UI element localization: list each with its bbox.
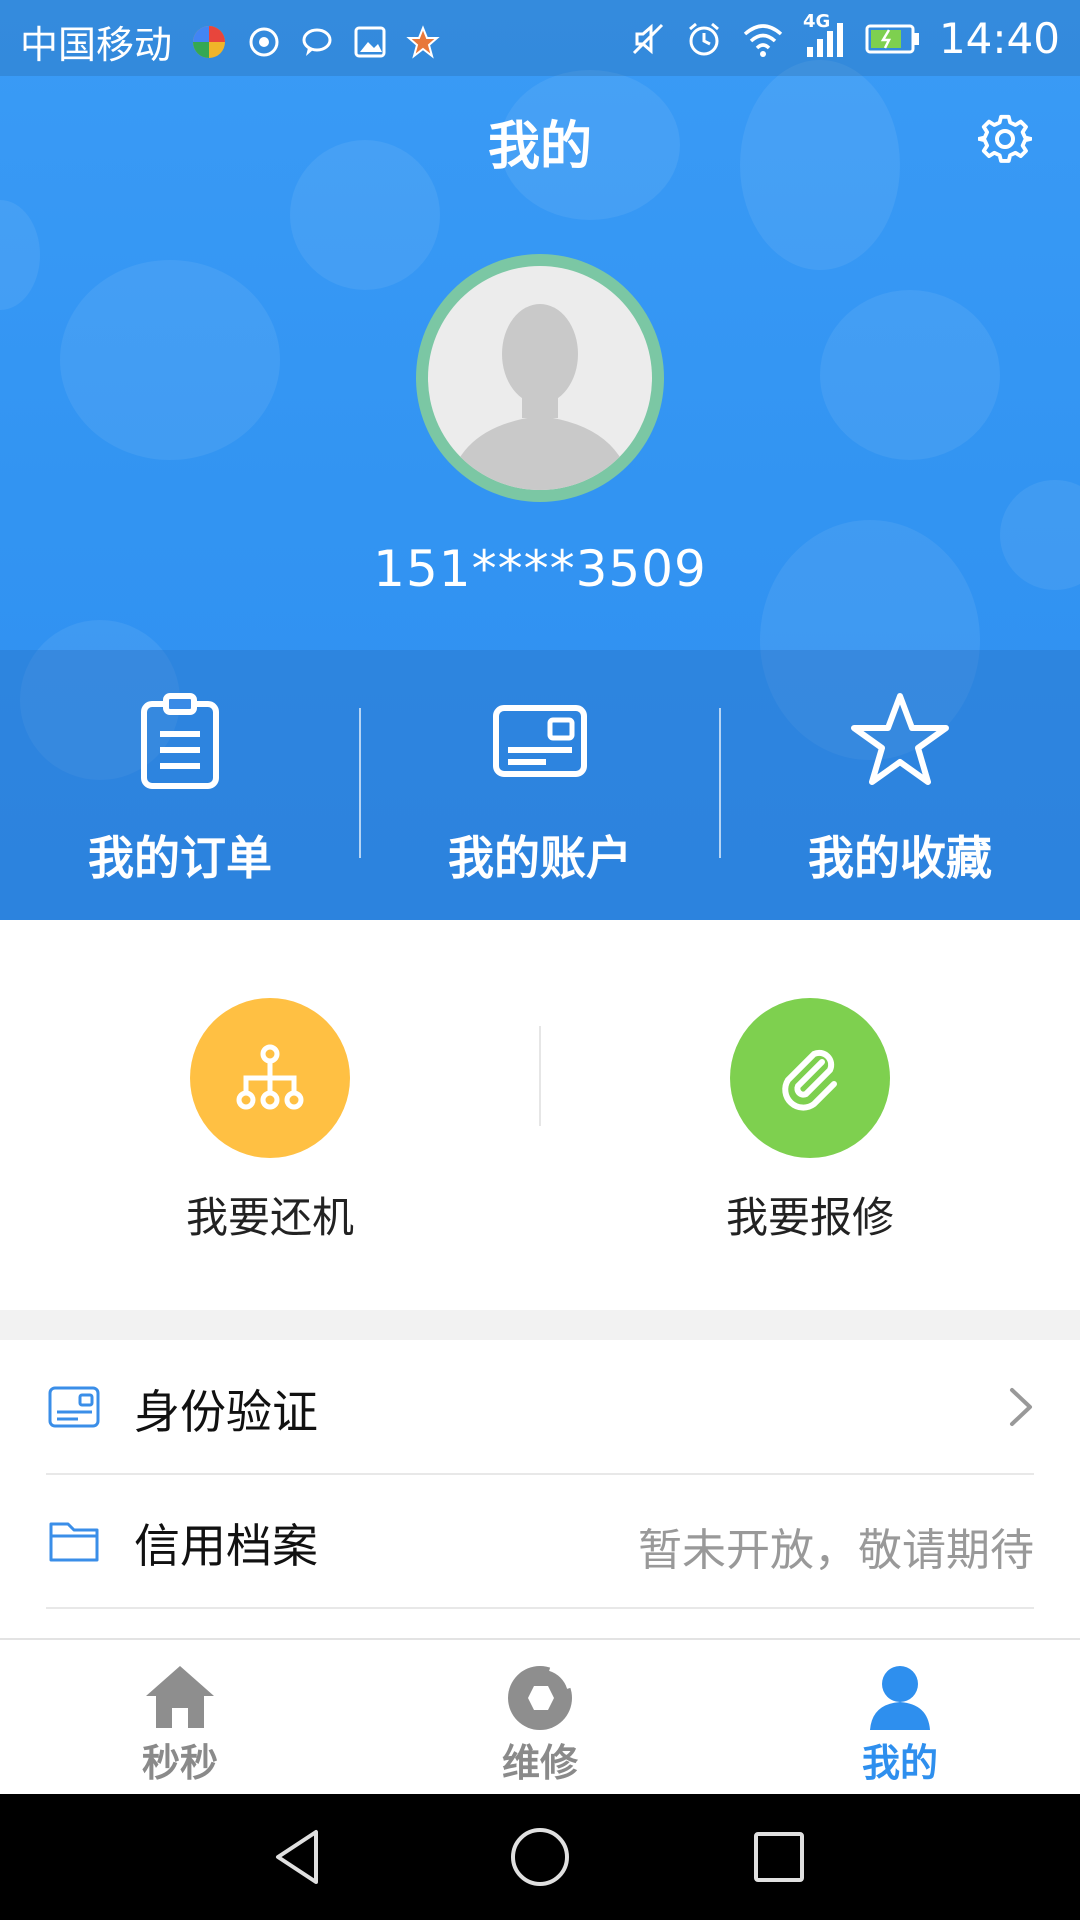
background-decoration [0,200,40,310]
image-icon [352,24,388,60]
profile-header: 中国移动 4G 14:40 我的 151****3509 我的订单 我的账户 我… [0,0,1080,920]
tab-repair-label: 维修 [501,1741,578,1785]
my-favorites-link[interactable]: 我的收藏 [720,650,1080,920]
person-icon [870,1666,930,1730]
app-color-icon [190,23,228,61]
network-type: 4G [802,10,831,32]
carrier-name: 中国移动 [20,23,173,67]
action-section: 我要还机 我要报修 [0,920,1080,1310]
paperclip-icon [782,1049,837,1111]
home-circle-icon[interactable] [507,1824,573,1890]
report-repair-button[interactable]: 我要报修 [540,920,1080,1310]
identity-verification-label: 身份验证 [134,1385,318,1439]
tab-home[interactable]: 秒秒 [0,1640,360,1796]
clipboard-icon [141,693,219,789]
my-account-link[interactable]: 我的账户 [360,650,720,920]
gear-icon [977,114,1033,163]
identity-verification-item[interactable]: 身份验证 [0,1340,1080,1474]
clock: 14:40 [938,14,1060,63]
credit-record-label: 信用档案 [134,1519,318,1573]
card-icon [493,705,587,777]
cellular-signal-icon: 4G [803,11,847,59]
tab-home-label: 秒秒 [141,1741,218,1785]
my-orders-label: 我的订单 [88,831,272,885]
tab-repair[interactable]: 维修 [360,1640,720,1796]
system-navigation-bar [0,1794,1080,1920]
my-orders-link[interactable]: 我的订单 [0,650,360,920]
star-icon [851,693,949,785]
bottom-tab-bar: 秒秒 维修 我的 [0,1638,1080,1796]
star-badge-icon [406,24,440,59]
avatar[interactable] [416,254,664,502]
alarm-icon [685,20,723,58]
background-decoration [60,260,280,460]
tab-profile[interactable]: 我的 [720,1640,1080,1796]
message-icon [300,25,334,59]
return-device-button[interactable]: 我要还机 [0,920,540,1310]
tab-profile-label: 我的 [861,1741,938,1785]
wifi-icon [741,20,785,58]
divider [46,1607,1034,1609]
status-bar: 中国移动 4G 14:40 [0,0,1080,76]
network-nodes-icon [236,1044,304,1110]
return-device-label: 我要还机 [185,1193,354,1242]
folder-icon [49,1522,99,1562]
report-repair-circle [730,998,890,1158]
user-phone: 151****3509 [373,540,707,598]
chevron-right-icon [1010,1388,1032,1426]
id-card-icon [48,1386,100,1428]
background-decoration [820,290,1000,460]
repair-icon [508,1665,573,1730]
recents-icon[interactable] [746,1824,812,1890]
settings-button[interactable] [977,112,1033,166]
section-gap [0,1310,1080,1340]
quick-links: 我的订单 我的账户 我的收藏 [0,650,1080,920]
notification-icon [246,24,282,60]
page-title: 我的 [487,117,592,177]
return-device-circle [190,998,350,1158]
avatar-image [428,266,652,490]
back-icon[interactable] [266,1824,332,1890]
battery-icon [865,23,921,55]
home-icon [146,1666,214,1728]
menu-list: 身份验证 信用档案 暂未开放，敬请期待 [0,1340,1080,1640]
mute-icon [629,20,667,58]
my-account-label: 我的账户 [448,831,632,885]
user-silhouette-icon [448,304,632,490]
coming-soon-note: 暂未开放，敬请期待 [638,1525,1034,1576]
credit-record-item[interactable]: 信用档案 暂未开放，敬请期待 [0,1474,1080,1608]
my-favorites-label: 我的收藏 [808,831,992,885]
report-repair-label: 我要报修 [725,1193,894,1242]
